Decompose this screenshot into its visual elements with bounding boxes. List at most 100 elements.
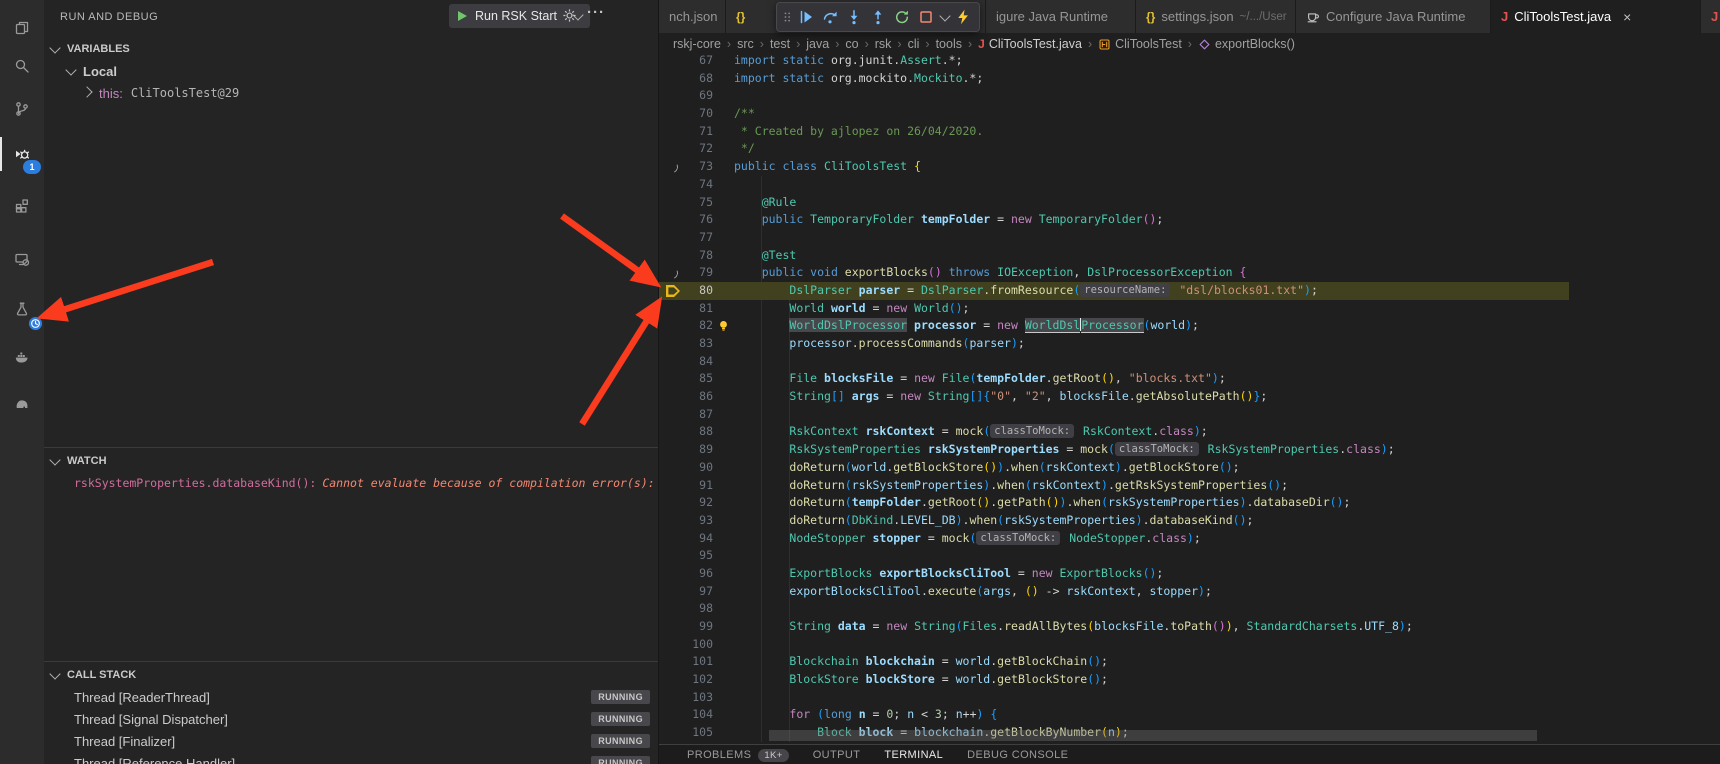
code-line[interactable]: 83 processor.processCommands(parser);: [659, 335, 1569, 353]
variables-scope-local[interactable]: Local: [44, 60, 658, 82]
code-line[interactable]: 77: [659, 229, 1569, 247]
code-line[interactable]: 86 String[] args = new String[]{"0", "2"…: [659, 388, 1569, 406]
code-line[interactable]: 70/**: [659, 105, 1569, 123]
code-line[interactable]: 99 String data = new String(Files.readAl…: [659, 618, 1569, 636]
hot-code-replace-icon[interactable]: [951, 5, 975, 29]
breadcrumb-item[interactable]: rsk: [875, 37, 892, 51]
code-line[interactable]: 97 exportBlocksCliTool.execute(args, () …: [659, 583, 1569, 601]
code-token: [734, 707, 789, 721]
tab-configure-java-runtime[interactable]: Configure Java Runtime: [1296, 0, 1491, 33]
breadcrumb-item[interactable]: test: [770, 37, 790, 51]
panel-tab-debug-console[interactable]: DEBUG CONSOLE: [967, 749, 1068, 761]
variables-header[interactable]: VARIABLES: [44, 38, 658, 60]
continue-icon[interactable]: [794, 5, 818, 29]
watch-expression-row[interactable]: rskSystemProperties.databaseKind(): Cann…: [44, 472, 658, 494]
code-line[interactable]: 71 * Created by ajlopez on 26/04/2020.: [659, 123, 1569, 141]
panel-tab-terminal[interactable]: TERMINAL: [884, 749, 943, 761]
watch-header[interactable]: WATCH: [44, 450, 658, 472]
code-line[interactable]: 80 DslParser parser = DslParser.fromReso…: [659, 282, 1569, 300]
step-out-icon[interactable]: [866, 5, 890, 29]
code-text: */: [734, 140, 755, 158]
breadcrumb-item[interactable]: tools: [936, 37, 962, 51]
more-actions-icon[interactable]: ···: [587, 4, 605, 21]
code-line[interactable]: 91 doReturn(rskSystemProperties).when(rs…: [659, 477, 1569, 495]
tab-settings-json[interactable]: {}settings.json~/.../User: [1136, 0, 1296, 33]
code-line[interactable]: 75 @Rule: [659, 194, 1569, 212]
breadcrumb-item[interactable]: java: [806, 37, 829, 51]
code-line[interactable]: 82 WorldDslProcessor processor = new Wor…: [659, 317, 1569, 335]
breadcrumb-separator: ›: [833, 37, 841, 51]
line-number: 93: [659, 512, 713, 530]
call-stack-header[interactable]: CALL STACK: [44, 664, 658, 686]
gear-icon[interactable]: [562, 8, 577, 23]
activity-extensions-icon[interactable]: [0, 187, 44, 225]
code-line[interactable]: 92 doReturn(tempFolder.getRoot().getPath…: [659, 494, 1569, 512]
breadcrumb-item[interactable]: src: [737, 37, 754, 51]
activity-testing-icon[interactable]: [0, 290, 44, 328]
code-line[interactable]: 88 RskContext rskContext = mock(classToM…: [659, 423, 1569, 441]
code-line[interactable]: 68import static org.mockito.Mockito.*;: [659, 70, 1569, 88]
lightbulb-icon[interactable]: [717, 319, 730, 334]
code-editor[interactable]: 67import static org.junit.Assert.*;68imp…: [659, 52, 1569, 742]
activity-gradle-icon[interactable]: [0, 384, 44, 422]
code-line[interactable]: 104 for (long n = 0; n < 3; n++) {: [659, 706, 1569, 724]
tab-nch-json[interactable]: nch.json: [659, 0, 726, 33]
code-line[interactable]: 93 doReturn(DbKind.LEVEL_DB).when(rskSys…: [659, 512, 1569, 530]
code-line[interactable]: 102 BlockStore blockStore = world.getBlo…: [659, 671, 1569, 689]
activity-explorer-icon[interactable]: [0, 9, 44, 47]
code-line[interactable]: 84: [659, 353, 1569, 371]
activity-remote-explorer-icon[interactable]: [0, 240, 44, 278]
tab-tab-6[interactable]: J: [1701, 0, 1720, 33]
code-line[interactable]: 103: [659, 689, 1569, 707]
stop-menu-icon[interactable]: [938, 5, 951, 29]
code-line[interactable]: 74: [659, 176, 1569, 194]
activity-source-control-icon[interactable]: [0, 90, 44, 128]
tab-clitoolstest-java[interactable]: JCliToolsTest.java×: [1491, 0, 1701, 33]
code-token: blocksFile: [1094, 619, 1163, 633]
code-token: parser: [859, 283, 901, 297]
code-line[interactable]: 89 RskSystemProperties rskSystemProperti…: [659, 441, 1569, 459]
step-over-icon[interactable]: [818, 5, 842, 29]
breadcrumb-item[interactable]: cli: [908, 37, 920, 51]
code-line[interactable]: 73public class CliToolsTest {: [659, 158, 1569, 176]
close-icon[interactable]: ×: [1623, 9, 1631, 25]
activity-docker-icon[interactable]: [0, 338, 44, 376]
code-line[interactable]: 85 File blocksFile = new File(tempFolder…: [659, 370, 1569, 388]
panel-tab-label: TERMINAL: [884, 749, 943, 761]
panel-tab-output[interactable]: OUTPUT: [813, 749, 861, 761]
tab-igure-java-runtime[interactable]: igure Java Runtime: [986, 0, 1136, 33]
call-stack-thread-row[interactable]: Thread [Signal Dispatcher]RUNNING: [44, 708, 658, 730]
stop-icon[interactable]: [914, 5, 938, 29]
horizontal-scrollbar[interactable]: [769, 730, 1537, 741]
code-line[interactable]: 79 public void exportBlocks() throws IOE…: [659, 264, 1569, 282]
step-into-icon[interactable]: [842, 5, 866, 29]
code-line[interactable]: 72 */: [659, 140, 1569, 158]
code-line[interactable]: 98: [659, 600, 1569, 618]
variable-row-this[interactable]: this: CliToolsTest@29: [44, 82, 658, 104]
activity-run-and-debug-icon[interactable]: 1: [0, 135, 44, 173]
breadcrumb-item[interactable]: co: [845, 37, 858, 51]
code-line[interactable]: 96 ExportBlocks exportBlocksCliTool = ne…: [659, 565, 1569, 583]
call-stack-thread-row[interactable]: Thread [ReaderThread]RUNNING: [44, 686, 658, 708]
panel-tab-problems[interactable]: PROBLEMS1K+: [687, 749, 789, 762]
activity-search-icon[interactable]: [0, 47, 44, 85]
call-stack-thread-row[interactable]: Thread [Finalizer]RUNNING: [44, 730, 658, 752]
code-token: RskContext: [1083, 424, 1152, 438]
code-line[interactable]: 94 NodeStopper stopper = mock(classToMoc…: [659, 530, 1569, 548]
code-line[interactable]: 87: [659, 406, 1569, 424]
code-line[interactable]: 78 @Test: [659, 247, 1569, 265]
code-line[interactable]: 69: [659, 87, 1569, 105]
code-line[interactable]: 90 doReturn(world.getBlockStore()).when(…: [659, 459, 1569, 477]
variable-value: CliToolsTest@29: [131, 86, 239, 100]
code-line[interactable]: 76 public TemporaryFolder tempFolder = n…: [659, 211, 1569, 229]
breadcrumb-symbol[interactable]: exportBlocks(): [1215, 37, 1295, 51]
code-line[interactable]: 95: [659, 547, 1569, 565]
breadcrumb-item[interactable]: rskj-core: [673, 37, 721, 51]
call-stack-thread-row[interactable]: Thread [Reference Handler]RUNNING: [44, 752, 658, 764]
breadcrumb-file[interactable]: CliToolsTest.java: [989, 37, 1082, 51]
code-line[interactable]: 101 Blockchain blockchain = world.getBlo…: [659, 653, 1569, 671]
code-line[interactable]: 81 World world = new World();: [659, 300, 1569, 318]
code-line[interactable]: 100: [659, 636, 1569, 654]
restart-icon[interactable]: [890, 5, 914, 29]
breadcrumb-symbol[interactable]: CliToolsTest: [1115, 37, 1182, 51]
